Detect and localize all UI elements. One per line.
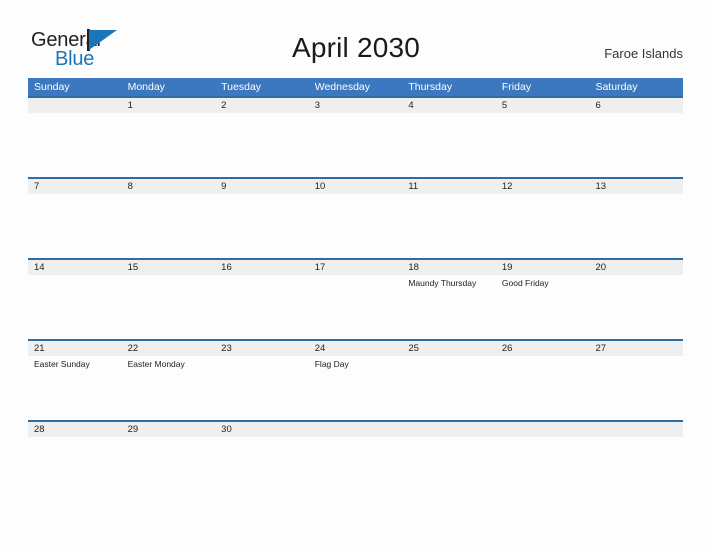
day-event [215,437,309,450]
day-number[interactable]: 2 [215,98,309,113]
day-number[interactable]: 19 [496,260,590,275]
day-number[interactable]: 6 [589,98,683,113]
day-event [589,437,683,450]
day-number[interactable]: 15 [122,260,216,275]
weekday-header-thursday: Thursday [408,81,453,93]
calendar-page: General Blue April 2030 Faroe Islands Su… [0,0,712,550]
day-event [589,275,683,339]
weekday-header-tuesday: Tuesday [221,81,262,93]
day-number[interactable] [309,422,403,437]
calendar-week-row: 1 2 3 4 5 6 [28,96,683,177]
day-number[interactable]: 4 [402,98,496,113]
day-event [496,194,590,258]
day-event [309,275,403,339]
day-number[interactable]: 3 [309,98,403,113]
week-event-band [28,113,683,177]
weekday-header-sunday: Sunday [34,81,70,93]
day-event [402,194,496,258]
week-date-band: 7 8 9 10 11 12 13 [28,177,683,194]
day-event [309,113,403,177]
day-event: Easter Sunday [34,359,90,369]
weekday-header-saturday: Saturday [595,81,638,93]
day-event [496,113,590,177]
day-event [28,437,122,450]
day-number[interactable]: 18 [402,260,496,275]
day-number[interactable] [28,98,122,113]
calendar-week-row: 14 15 16 17 18 19 20 Maundy Thursday Goo… [28,258,683,339]
day-number[interactable]: 12 [496,179,590,194]
day-event [309,194,403,258]
day-number[interactable]: 7 [28,179,122,194]
day-event [122,437,216,450]
week-date-band: 14 15 16 17 18 19 20 [28,258,683,275]
day-event [589,356,683,420]
day-event [215,113,309,177]
calendar-grid: Sunday Monday Tuesday Wednesday Thursday… [28,78,683,450]
day-number[interactable]: 8 [122,179,216,194]
day-number[interactable] [496,422,590,437]
day-number[interactable]: 30 [215,422,309,437]
locale-label: Faroe Islands [604,46,683,61]
day-number[interactable]: 25 [402,341,496,356]
week-event-band: Easter Sunday Easter Monday Flag Day [28,356,683,420]
day-event: Good Friday [501,278,549,288]
day-event [589,113,683,177]
day-number[interactable]: 29 [122,422,216,437]
day-number[interactable]: 24 [309,341,403,356]
day-number[interactable] [402,422,496,437]
week-event-band [28,194,683,258]
day-event: Maundy Thursday [408,278,477,288]
day-event [28,194,122,258]
week-date-band: 28 29 30 [28,420,683,437]
calendar-week-row: 7 8 9 10 11 12 13 [28,177,683,258]
day-number[interactable]: 23 [215,341,309,356]
day-number[interactable]: 28 [28,422,122,437]
day-number[interactable]: 1 [122,98,216,113]
weekday-header-wednesday: Wednesday [314,81,370,93]
day-number[interactable]: 9 [215,179,309,194]
day-number[interactable]: 20 [589,260,683,275]
day-number[interactable]: 16 [215,260,309,275]
day-event [28,275,122,339]
day-event: Easter Monday [127,359,185,369]
day-event [122,113,216,177]
weekday-header-friday: Friday [501,81,532,93]
day-event: Flag Day [314,359,349,369]
day-number[interactable]: 10 [309,179,403,194]
calendar-week-row: 21 22 23 24 25 26 27 Easter Sunday Easte… [28,339,683,420]
calendar-week-row: 28 29 30 [28,420,683,450]
day-event [122,194,216,258]
week-date-band: 1 2 3 4 5 6 [28,96,683,113]
day-number[interactable]: 13 [589,179,683,194]
week-date-band: 21 22 23 24 25 26 27 [28,339,683,356]
weekday-header-monday: Monday [127,81,165,93]
day-event [402,437,496,450]
day-event [122,275,216,339]
day-event [215,356,309,420]
weekday-header-row: Sunday Monday Tuesday Wednesday Thursday… [28,78,683,96]
day-number[interactable]: 5 [496,98,590,113]
day-number[interactable]: 27 [589,341,683,356]
day-event [496,437,590,450]
day-event [496,356,590,420]
day-event [402,356,496,420]
page-header: General Blue April 2030 Faroe Islands [0,0,712,78]
day-number[interactable]: 11 [402,179,496,194]
day-event [28,113,122,177]
day-event [215,275,309,339]
day-number[interactable]: 26 [496,341,590,356]
week-event-band: Maundy Thursday Good Friday [28,275,683,339]
day-number[interactable]: 22 [122,341,216,356]
day-number[interactable]: 14 [28,260,122,275]
day-number[interactable]: 21 [28,341,122,356]
day-event [309,437,403,450]
day-event [215,194,309,258]
day-number[interactable]: 17 [309,260,403,275]
day-event [589,194,683,258]
week-event-band [28,437,683,450]
day-event [402,113,496,177]
day-number[interactable] [589,422,683,437]
